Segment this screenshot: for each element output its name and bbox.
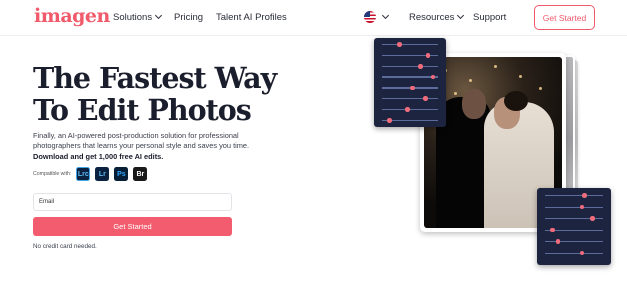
hero-title: The Fastest Way To Edit Photos (33, 62, 333, 126)
nav-pricing[interactable]: Pricing (174, 12, 203, 23)
slider-knob[interactable] (590, 216, 595, 221)
top-navigation: imagen Solutions Pricing Talent AI Profi… (0, 0, 627, 36)
slider-knob[interactable] (405, 107, 410, 112)
slider-knob[interactable] (555, 239, 561, 244)
nav-solutions-label: Solutions (113, 12, 153, 23)
slider-knob[interactable] (582, 193, 587, 198)
chevron-down-icon (155, 11, 163, 20)
slider-knob[interactable] (579, 204, 585, 210)
slider-track[interactable] (545, 227, 603, 233)
slider-track[interactable] (545, 239, 603, 244)
slider-track[interactable] (545, 216, 603, 221)
bride-hair (504, 91, 528, 111)
hero-title-line-1: The Fastest Way (33, 61, 277, 95)
chevron-down-icon (381, 11, 390, 20)
slider-knob[interactable] (387, 118, 392, 123)
email-field[interactable]: Email (33, 193, 232, 211)
language-dropdown[interactable] (379, 11, 390, 23)
slider-track[interactable] (545, 204, 603, 210)
imagen-logo[interactable]: imagen (34, 5, 110, 27)
slider-knob[interactable] (550, 227, 555, 233)
slider-track[interactable] (382, 42, 438, 47)
adjustment-sliders-panel-top (374, 38, 446, 127)
nav-pricing-label: Pricing (174, 12, 204, 23)
hero-description-bold: Download and get 1,000 free AI edits. (33, 151, 164, 161)
adjustment-sliders-panel-bottom (537, 188, 611, 265)
hero-title-line-2: To Edit Photos (33, 93, 252, 127)
nav-talent-label: Talent AI Profiles (216, 12, 287, 23)
slider-knob[interactable] (579, 250, 585, 256)
lightroom-classic-icon: Lrc (76, 167, 91, 181)
no-credit-card-note: No credit card needed. (33, 243, 97, 250)
slider-track[interactable] (382, 85, 438, 91)
lightroom-icon: Lr (95, 167, 110, 181)
photoshop-icon: Ps (114, 167, 129, 181)
nav-talent-ai-profiles[interactable]: Talent AI Profiles (216, 12, 287, 23)
slider-knob[interactable] (410, 85, 415, 91)
slider-knob[interactable] (425, 53, 431, 58)
nav-support[interactable]: Support (473, 12, 506, 23)
get-started-button-nav[interactable]: Get Started (534, 5, 595, 30)
slider-track[interactable] (382, 96, 438, 101)
hero-description: Finally, an AI-powered post-production s… (33, 131, 273, 162)
slider-track[interactable] (382, 53, 438, 58)
get-started-button[interactable]: Get Started (33, 217, 232, 236)
compatible-label: Compatible with: (33, 171, 72, 177)
compatible-apps: Compatible with: Lrc Lr Ps Br (33, 166, 152, 182)
slider-track[interactable] (382, 107, 438, 112)
nav-resources[interactable]: Resources (409, 11, 465, 23)
slider-knob[interactable] (423, 96, 428, 101)
groom-head (462, 89, 486, 119)
nav-support-label: Support (473, 12, 507, 23)
slider-track[interactable] (545, 250, 603, 256)
slider-track[interactable] (545, 193, 603, 198)
us-flag-icon[interactable] (364, 11, 376, 23)
slider-knob[interactable] (418, 64, 423, 69)
bridge-icon: Br (133, 167, 148, 181)
chevron-down-icon (457, 11, 465, 20)
hero-description-text: Finally, an AI-powered post-production s… (33, 131, 250, 151)
nav-resources-label: Resources (409, 12, 455, 23)
slider-track[interactable] (382, 64, 438, 69)
nav-solutions[interactable]: Solutions (113, 11, 163, 23)
slider-knob[interactable] (430, 74, 436, 80)
slider-track[interactable] (382, 74, 438, 80)
slider-knob[interactable] (397, 42, 402, 47)
slider-track[interactable] (382, 118, 438, 123)
